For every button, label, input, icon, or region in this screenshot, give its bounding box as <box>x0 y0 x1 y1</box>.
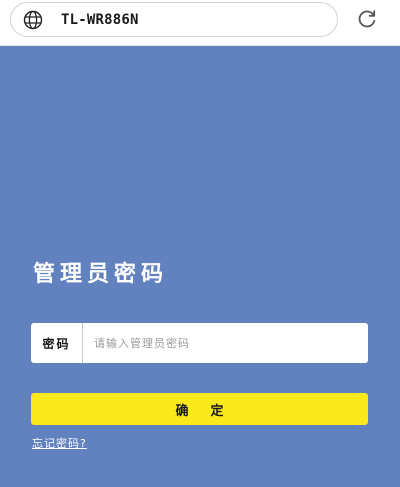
browser-toolbar: TL-WR886N <box>0 0 400 46</box>
globe-icon <box>23 10 43 30</box>
url-text: TL-WR886N <box>61 12 139 28</box>
confirm-button[interactable]: 确定 <box>31 393 368 425</box>
forgot-password-link[interactable]: 忘记密码? <box>32 435 87 451</box>
reload-icon[interactable] <box>356 8 378 30</box>
password-field: 密码 <box>31 323 368 363</box>
password-input[interactable] <box>83 323 368 363</box>
password-label: 密码 <box>31 323 83 363</box>
login-page: 管理员密码 密码 确定 忘记密码? <box>0 46 400 487</box>
page-title: 管理员密码 <box>33 261 169 287</box>
address-bar[interactable]: TL-WR886N <box>10 2 338 37</box>
